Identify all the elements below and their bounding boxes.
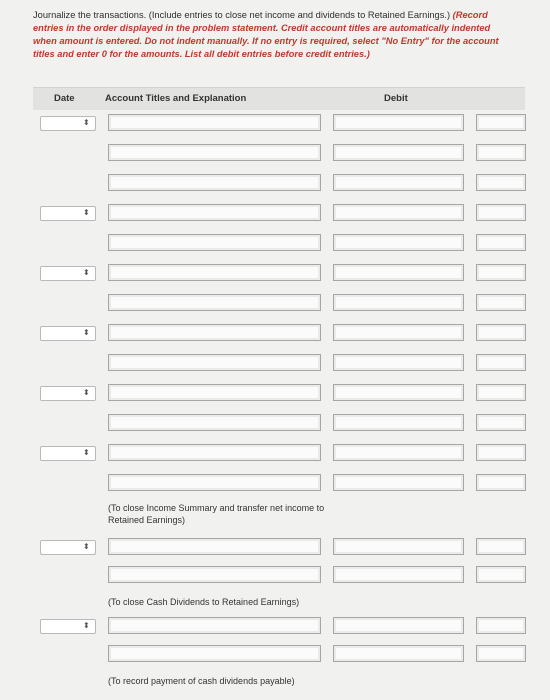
journal-row: [0, 645, 550, 665]
account-title-input[interactable]: [108, 234, 321, 251]
account-title-input[interactable]: [108, 384, 321, 401]
date-select[interactable]: ⬍: [40, 206, 96, 221]
debit-amount-input[interactable]: [333, 617, 464, 634]
account-title-input[interactable]: [108, 414, 321, 431]
debit-amount-input[interactable]: [333, 566, 464, 583]
date-select[interactable]: ⬍: [40, 446, 96, 461]
account-title-input[interactable]: [108, 174, 321, 191]
instructions: Journalize the transactions. (Include en…: [33, 9, 513, 61]
account-title-input[interactable]: [108, 144, 321, 161]
journal-row: ⬍: [0, 384, 550, 404]
journal-row: [0, 174, 550, 194]
journal-row: [0, 354, 550, 374]
entry-explanation: (To close Cash Dividends to Retained Ear…: [108, 597, 300, 607]
account-title-input[interactable]: [108, 474, 321, 491]
updown-arrow-icon: ⬍: [83, 542, 90, 551]
credit-amount-input[interactable]: [476, 294, 526, 311]
date-select[interactable]: ⬍: [40, 116, 96, 131]
credit-amount-input[interactable]: [476, 204, 526, 221]
account-title-input[interactable]: [108, 566, 321, 583]
updown-arrow-icon: ⬍: [83, 118, 90, 127]
credit-amount-input[interactable]: [476, 538, 526, 555]
credit-amount-input[interactable]: [476, 617, 526, 634]
credit-amount-input[interactable]: [476, 264, 526, 281]
account-title-input[interactable]: [108, 444, 321, 461]
debit-amount-input[interactable]: [333, 444, 464, 461]
debit-amount-input[interactable]: [333, 474, 464, 491]
credit-amount-input[interactable]: [476, 144, 526, 161]
debit-amount-input[interactable]: [333, 324, 464, 341]
debit-amount-input[interactable]: [333, 538, 464, 555]
journal-row: ⬍: [0, 204, 550, 224]
debit-amount-input[interactable]: [333, 204, 464, 221]
date-select[interactable]: ⬍: [40, 266, 96, 281]
journal-table-header: Date Account Titles and Explanation Debi…: [33, 87, 525, 110]
account-title-input[interactable]: [108, 324, 321, 341]
journal-row: ⬍: [0, 114, 550, 134]
debit-column-header: Debit: [384, 93, 408, 104]
entry-explanation: (To close Income Summary and transfer ne…: [108, 503, 325, 525]
date-select[interactable]: ⬍: [40, 386, 96, 401]
credit-amount-input[interactable]: [476, 174, 526, 191]
updown-arrow-icon: ⬍: [83, 268, 90, 277]
debit-amount-input[interactable]: [333, 144, 464, 161]
journal-row: [0, 234, 550, 254]
journal-row: [0, 294, 550, 314]
journal-row: [0, 144, 550, 164]
instructions-text: Journalize the transactions. (Include en…: [33, 10, 453, 20]
journal-row: ⬍: [0, 264, 550, 284]
date-column-header: Date: [54, 93, 75, 104]
debit-amount-input[interactable]: [333, 174, 464, 191]
credit-amount-input[interactable]: [476, 324, 526, 341]
debit-amount-input[interactable]: [333, 264, 464, 281]
debit-amount-input[interactable]: [333, 354, 464, 371]
account-title-input[interactable]: [108, 204, 321, 221]
account-title-input[interactable]: [108, 645, 321, 662]
debit-amount-input[interactable]: [333, 234, 464, 251]
updown-arrow-icon: ⬍: [83, 208, 90, 217]
account-column-header: Account Titles and Explanation: [105, 93, 247, 104]
account-title-input[interactable]: [108, 538, 321, 555]
debit-amount-input[interactable]: [333, 294, 464, 311]
account-title-input[interactable]: [108, 294, 321, 311]
updown-arrow-icon: ⬍: [83, 328, 90, 337]
debit-amount-input[interactable]: [333, 114, 464, 131]
account-title-input[interactable]: [108, 264, 321, 281]
account-title-input[interactable]: [108, 354, 321, 371]
journal-row: ⬍: [0, 538, 550, 558]
journal-row: [0, 414, 550, 434]
credit-amount-input[interactable]: [476, 444, 526, 461]
credit-amount-input[interactable]: [476, 384, 526, 401]
credit-amount-input[interactable]: [476, 354, 526, 371]
journal-row: ⬍: [0, 324, 550, 344]
journal-row: ⬍: [0, 444, 550, 464]
debit-amount-input[interactable]: [333, 414, 464, 431]
account-title-input[interactable]: [108, 617, 321, 634]
credit-amount-input[interactable]: [476, 474, 526, 491]
entry-explanation: (To record payment of cash dividends pay…: [108, 676, 295, 686]
date-select[interactable]: ⬍: [40, 540, 96, 555]
journal-row: [0, 474, 550, 494]
debit-amount-input[interactable]: [333, 384, 464, 401]
updown-arrow-icon: ⬍: [83, 448, 90, 457]
credit-amount-input[interactable]: [476, 645, 526, 662]
journal-row: [0, 566, 550, 586]
date-select[interactable]: ⬍: [40, 619, 96, 634]
updown-arrow-icon: ⬍: [83, 621, 90, 630]
updown-arrow-icon: ⬍: [83, 388, 90, 397]
date-select[interactable]: ⬍: [40, 326, 96, 341]
journal-row: ⬍: [0, 617, 550, 637]
credit-amount-input[interactable]: [476, 566, 526, 583]
account-title-input[interactable]: [108, 114, 321, 131]
credit-amount-input[interactable]: [476, 114, 526, 131]
credit-amount-input[interactable]: [476, 234, 526, 251]
debit-amount-input[interactable]: [333, 645, 464, 662]
credit-amount-input[interactable]: [476, 414, 526, 431]
